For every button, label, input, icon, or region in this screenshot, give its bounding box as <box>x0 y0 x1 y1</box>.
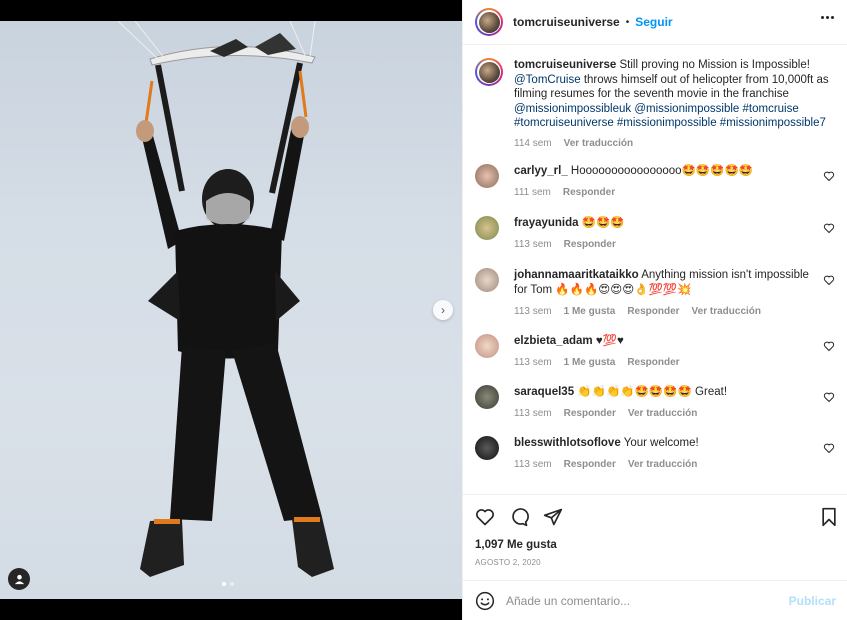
emoji-icon[interactable] <box>475 591 495 611</box>
follow-button[interactable]: Seguir <box>635 15 672 29</box>
comment-username[interactable]: frayayunida <box>514 217 579 229</box>
comment-username[interactable]: carlyy_rl_ <box>514 165 568 177</box>
reply-button[interactable]: Responder <box>564 237 616 252</box>
comment-avatar[interactable] <box>475 436 499 460</box>
comment-avatar[interactable] <box>475 268 499 292</box>
skydiver-photo <box>117 21 334 577</box>
post-actions: 1,097 Me gusta AGOSTO 2, 2020 <box>463 494 847 578</box>
heart-icon[interactable] <box>823 391 835 403</box>
comment-time[interactable]: 113 sem <box>514 237 552 252</box>
caption-text-1: Still proving no Mission is Impossible! <box>619 59 810 71</box>
caption-hashtags[interactable]: @missionimpossibleuk @missionimpossible … <box>514 103 826 130</box>
comment-avatar[interactable] <box>475 164 499 188</box>
comment-item: carlyy_rl_ Hoooooooooooooooo🤩🤩🤩🤩🤩 111 se… <box>475 164 845 200</box>
comment-likes[interactable]: 1 Me gusta <box>564 355 616 370</box>
reply-button[interactable]: Responder <box>627 355 679 370</box>
heart-icon[interactable] <box>823 442 835 454</box>
comments-list[interactable]: tomcruiseuniverse Still proving no Missi… <box>463 46 847 494</box>
header-separator: • <box>625 16 630 28</box>
reply-button[interactable]: Responder <box>627 304 679 319</box>
comment-input[interactable] <box>506 592 776 610</box>
comment-item: frayayunida 🤩🤩🤩 113 sem Responder <box>475 216 845 252</box>
caption-translate-link[interactable]: Ver traducción <box>564 137 633 152</box>
comment-composer: Publicar <box>463 580 847 620</box>
carousel-dot-active <box>222 582 226 586</box>
comment-likes[interactable]: 1 Me gusta <box>564 304 616 319</box>
comment-avatar[interactable] <box>475 216 499 240</box>
user-tag-icon <box>14 574 24 584</box>
next-photo-button[interactable]: › <box>433 300 453 320</box>
comment-time[interactable]: 113 sem <box>514 304 552 319</box>
comment-text: Hoooooooooooooooo🤩🤩🤩🤩🤩 <box>570 165 754 177</box>
user-tag-button[interactable] <box>8 568 30 590</box>
comment-username[interactable]: elzbieta_adam <box>514 335 593 347</box>
instagram-post-modal: › tomcruiseuniverse • Seguir tomcruiseun… <box>0 0 847 620</box>
comment-item: saraquel35 👏👏👏👏🤩🤩🤩🤩 Great! 113 sem Respo… <box>475 385 845 421</box>
comment-time[interactable]: 111 sem <box>514 185 551 200</box>
comment-item: blesswithlotsoflove Your welcome! 113 se… <box>475 436 845 472</box>
caption-username[interactable]: tomcruiseuniverse <box>514 59 616 71</box>
post-date[interactable]: AGOSTO 2, 2020 <box>475 558 541 567</box>
carousel-indicator <box>222 582 234 586</box>
comment-time[interactable]: 113 sem <box>514 457 552 472</box>
comment-item: elzbieta_adam ♥💯♥ 113 sem 1 Me gusta Res… <box>475 334 845 370</box>
comment-time[interactable]: 113 sem <box>514 406 552 421</box>
heart-icon[interactable] <box>823 222 835 234</box>
comment-avatar[interactable] <box>475 334 499 358</box>
translate-link[interactable]: Ver traducción <box>628 406 697 421</box>
post-media: › <box>0 0 462 620</box>
reply-button[interactable]: Responder <box>563 185 615 200</box>
post-caption: tomcruiseuniverse Still proving no Missi… <box>475 58 835 151</box>
comment-text: 🤩🤩🤩 <box>581 217 625 229</box>
post-sidebar: tomcruiseuniverse • Seguir tomcruiseuniv… <box>462 0 847 620</box>
comment-button[interactable] <box>509 507 529 527</box>
comment-text: ♥💯♥ <box>595 335 624 347</box>
publish-button[interactable]: Publicar <box>789 594 836 608</box>
translate-link[interactable]: Ver traducción <box>628 457 697 472</box>
comment-avatar[interactable] <box>475 385 499 409</box>
comment-item: johannamaaritkataikko Anything mission i… <box>475 268 845 319</box>
comment-username[interactable]: johannamaaritkataikko <box>514 269 639 281</box>
post-header: tomcruiseuniverse • Seguir <box>463 0 847 45</box>
post-photo <box>0 21 462 599</box>
more-options-icon[interactable] <box>821 16 834 19</box>
caption-time[interactable]: 114 sem <box>514 137 552 152</box>
heart-icon[interactable] <box>823 170 835 182</box>
comment-text: 👏👏👏👏🤩🤩🤩🤩 Great! <box>577 386 728 398</box>
reply-button[interactable]: Responder <box>564 457 616 472</box>
comment-text: Your welcome! <box>623 437 699 449</box>
heart-icon[interactable] <box>823 274 835 286</box>
comment-username[interactable]: saraquel35 <box>514 386 574 398</box>
like-button[interactable] <box>475 507 495 527</box>
avatar[interactable] <box>475 8 503 36</box>
likes-count[interactable]: 1,097 Me gusta <box>475 539 557 551</box>
author-username[interactable]: tomcruiseuniverse <box>513 15 620 29</box>
reply-button[interactable]: Responder <box>564 406 616 421</box>
caption-avatar[interactable] <box>475 58 503 86</box>
heart-icon[interactable] <box>823 340 835 352</box>
share-button[interactable] <box>543 507 563 527</box>
carousel-dot <box>230 582 234 586</box>
comment-username[interactable]: blesswithlotsoflove <box>514 437 621 449</box>
bookmark-button[interactable] <box>820 507 838 527</box>
translate-link[interactable]: Ver traducción <box>692 304 761 319</box>
chevron-right-icon: › <box>441 303 445 317</box>
comment-time[interactable]: 113 sem <box>514 355 552 370</box>
caption-mention[interactable]: @TomCruise <box>514 74 581 86</box>
